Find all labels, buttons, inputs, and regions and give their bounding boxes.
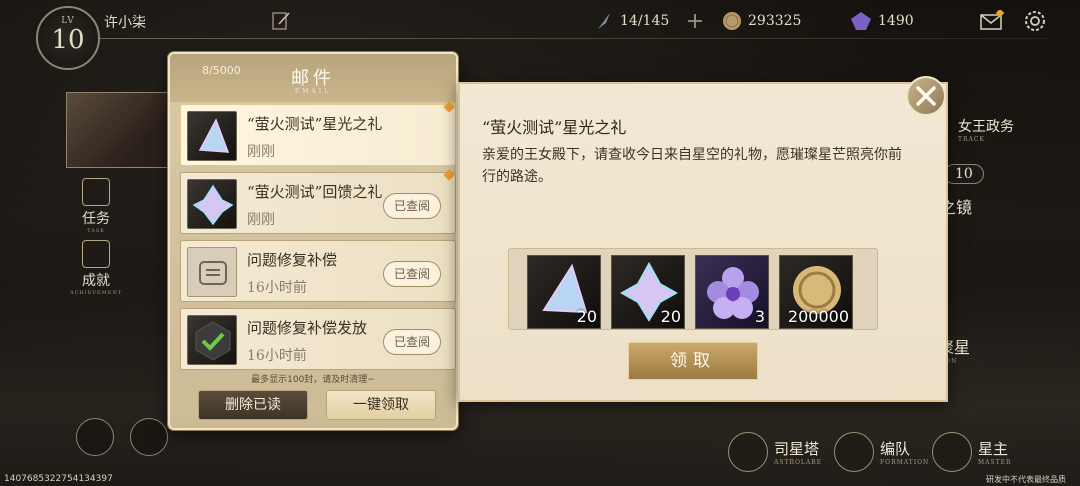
queen-affairs-sub-label: TRACK xyxy=(958,136,985,143)
achievement-button[interactable]: 成就 ACHIEVEMENT xyxy=(70,240,122,300)
top-bar: LV 10 许小柒 14/145 293325 1490 xyxy=(0,0,1080,70)
mail-item-name: 问题修复补偿 xyxy=(247,251,338,269)
queen-affairs-badge: 10 xyxy=(944,164,984,184)
level-badge[interactable]: LV 10 xyxy=(36,6,100,70)
nav-formation-label: 编队 xyxy=(880,440,911,458)
nav-master-label: 星主 xyxy=(978,440,1009,458)
detail-title: “萤火测试”星光之礼 xyxy=(482,118,627,137)
read-stamp: 已查阅 xyxy=(383,193,441,219)
gear-icon[interactable] xyxy=(1022,8,1048,34)
new-mail-indicator xyxy=(443,101,455,113)
task-button[interactable]: 任务 TASK xyxy=(70,178,122,238)
mail-item-4[interactable]: 问题修复补偿发放 16小时前 已查阅 xyxy=(180,308,456,370)
coin-value: 293325 xyxy=(748,13,802,29)
stamina-resource: 14/145 xyxy=(594,10,669,32)
envelope-icon xyxy=(187,247,237,297)
nav-formation-sub: FORMATION xyxy=(880,459,930,466)
reward-item-3[interactable]: 3 xyxy=(695,255,769,329)
achievement-label: 成就 xyxy=(82,273,110,289)
stamina-value: 14/145 xyxy=(620,13,670,29)
read-stamp: 已查阅 xyxy=(383,329,441,355)
coin-resource: 293325 xyxy=(722,10,801,32)
detail-body: 亲爱的王女殿下，请查收今日来自星空的礼物，愿璀璨星芒照亮你前行的路途。 xyxy=(482,147,902,185)
nav-astrolabe-sub: ASTROLABE xyxy=(774,459,822,466)
nav-formation[interactable]: 编队 FORMATION xyxy=(834,432,929,472)
sword-shield-icon xyxy=(834,432,874,472)
reward-list: 20 20 3 200000 xyxy=(508,248,878,330)
gem-value: 1490 xyxy=(878,13,914,29)
task-label: 任务 xyxy=(82,211,110,227)
achievement-icon xyxy=(82,240,110,268)
task-sub-label: TASK xyxy=(87,228,105,234)
character-portrait[interactable] xyxy=(66,92,174,168)
plus-icon[interactable] xyxy=(686,12,704,30)
bag-button[interactable] xyxy=(76,418,114,456)
mail-item-1[interactable]: “萤火测试”星光之礼 刚刚 xyxy=(180,101,456,166)
mail-item-time: 16小时前 xyxy=(247,280,307,296)
mail-icon[interactable] xyxy=(980,10,1004,32)
mail-item-3[interactable]: 问题修复补偿 16小时前 已查阅 xyxy=(180,240,456,302)
edit-quill-icon[interactable] xyxy=(270,10,292,32)
reward-count: 20 xyxy=(576,307,597,326)
coin-icon xyxy=(723,12,741,30)
mail-item-2[interactable]: “萤火测试”回馈之礼 刚刚 已查阅 xyxy=(180,169,456,234)
reward-item-2[interactable]: 20 xyxy=(611,255,685,329)
close-button[interactable] xyxy=(906,76,946,116)
reward-count: 20 xyxy=(660,307,681,326)
checkmark-icon xyxy=(187,315,237,365)
mail-item-name: 问题修复补偿发放 xyxy=(247,319,368,337)
mail-title-sub: EMAIL xyxy=(294,88,332,95)
mail-title: 邮件 xyxy=(291,68,335,89)
queen-affairs-label: 女王政务 xyxy=(958,119,1014,135)
mail-header: 8/5000 邮件 EMAIL xyxy=(170,54,456,102)
level-number: 10 xyxy=(51,25,85,55)
disclaimer-text: 研发中不代表最终品质 xyxy=(986,475,1066,484)
top-divider xyxy=(100,38,1050,39)
delete-read-button[interactable]: 删除已读 xyxy=(198,390,308,420)
nav-master[interactable]: 星主 MASTER xyxy=(932,432,1012,472)
nav-master-sub: MASTER xyxy=(978,459,1012,466)
queen-affairs-button[interactable]: 女王政务 TRACK xyxy=(958,116,1014,143)
reward-count: 3 xyxy=(754,307,765,326)
profile-button[interactable] xyxy=(130,418,168,456)
mail-panel: 8/5000 邮件 EMAIL “萤火测试”星光之礼 刚刚 “萤火测试”回馈之礼… xyxy=(168,52,458,430)
claim-all-button[interactable]: 一键领取 xyxy=(326,390,436,420)
reward-item-4[interactable]: 200000 xyxy=(779,255,853,329)
task-book-icon xyxy=(82,178,110,206)
new-mail-indicator xyxy=(443,169,455,181)
claim-button[interactable]: 领取 xyxy=(628,342,758,380)
crown-icon xyxy=(932,432,972,472)
tower-icon xyxy=(728,432,768,472)
mail-item-time: 刚刚 xyxy=(247,212,275,228)
badge-count: 10 xyxy=(955,166,973,182)
star-crystal-icon xyxy=(187,179,237,229)
reward-item-1[interactable]: 20 xyxy=(527,255,601,329)
user-id: 14076853227541343​97 xyxy=(4,474,113,484)
mail-item-time: 刚刚 xyxy=(247,144,275,160)
prism-crystal-icon xyxy=(187,111,237,161)
gem-resource: 1490 xyxy=(850,10,914,32)
mail-item-name: “萤火测试”回馈之礼 xyxy=(247,183,383,201)
achievement-sub-label: ACHIEVEMENT xyxy=(70,290,123,296)
player-name: 许小柒 xyxy=(104,15,146,31)
read-stamp: 已查阅 xyxy=(383,261,441,287)
mail-detail-panel: “萤火测试”星光之礼 亲爱的王女殿下，请查收今日来自星空的礼物，愿璀璨星芒照亮你… xyxy=(458,82,948,402)
purple-gem-icon xyxy=(851,12,871,30)
close-icon xyxy=(916,86,936,106)
quill-icon xyxy=(598,13,610,29)
nav-astrolabe[interactable]: 司星塔 ASTROLABE xyxy=(728,432,822,472)
reward-count: 200000 xyxy=(787,307,849,326)
mail-item-name: “萤火测试”星光之礼 xyxy=(247,115,383,133)
mail-limit-hint: 最多显示100封，请及时清理~ xyxy=(251,375,375,385)
nav-astrolabe-label: 司星塔 xyxy=(774,440,820,458)
mail-item-time: 16小时前 xyxy=(247,348,307,364)
